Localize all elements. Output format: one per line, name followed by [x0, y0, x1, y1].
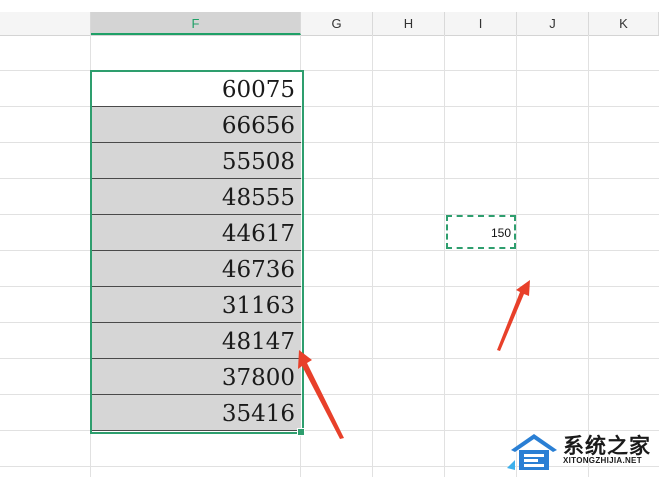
- column-header-i[interactable]: I: [445, 12, 517, 35]
- column-header-blank: [0, 12, 91, 35]
- column-header-f[interactable]: F: [91, 12, 301, 35]
- column-header-g[interactable]: G: [301, 12, 373, 35]
- cell-f-2[interactable]: 66656: [91, 107, 301, 143]
- column-header-j[interactable]: J: [517, 12, 589, 35]
- column-header-k[interactable]: K: [589, 12, 659, 35]
- cell-f-9[interactable]: 37800: [91, 359, 301, 395]
- fill-handle[interactable]: [297, 428, 305, 436]
- grid-line: [516, 35, 517, 477]
- watermark-subtitle: XITONGZHIJIA.NET: [563, 456, 642, 465]
- cell-f-1[interactable]: 60075: [91, 71, 301, 107]
- cell-f-5[interactable]: 44617: [91, 215, 301, 251]
- grid-line: [444, 35, 445, 477]
- grid-line: [372, 35, 373, 477]
- red-arrow-icon: [497, 280, 530, 351]
- cell-f-6[interactable]: 46736: [91, 251, 301, 287]
- column-header-row: F G H I J K: [0, 12, 659, 36]
- cell-f-3[interactable]: 55508: [91, 143, 301, 179]
- cell-f-4[interactable]: 48555: [91, 179, 301, 215]
- watermark-logo: 系统之家 XITONGZHIJIA.NET: [505, 428, 655, 474]
- cell-f-10[interactable]: 35416: [91, 395, 301, 431]
- cell-f-7[interactable]: 31163: [91, 287, 301, 323]
- column-header-h[interactable]: H: [373, 12, 445, 35]
- grid-line: [588, 35, 589, 477]
- cell-f-8[interactable]: 48147: [91, 323, 301, 359]
- house-logo-icon: [507, 434, 557, 470]
- copied-cell-i[interactable]: 150: [446, 215, 516, 249]
